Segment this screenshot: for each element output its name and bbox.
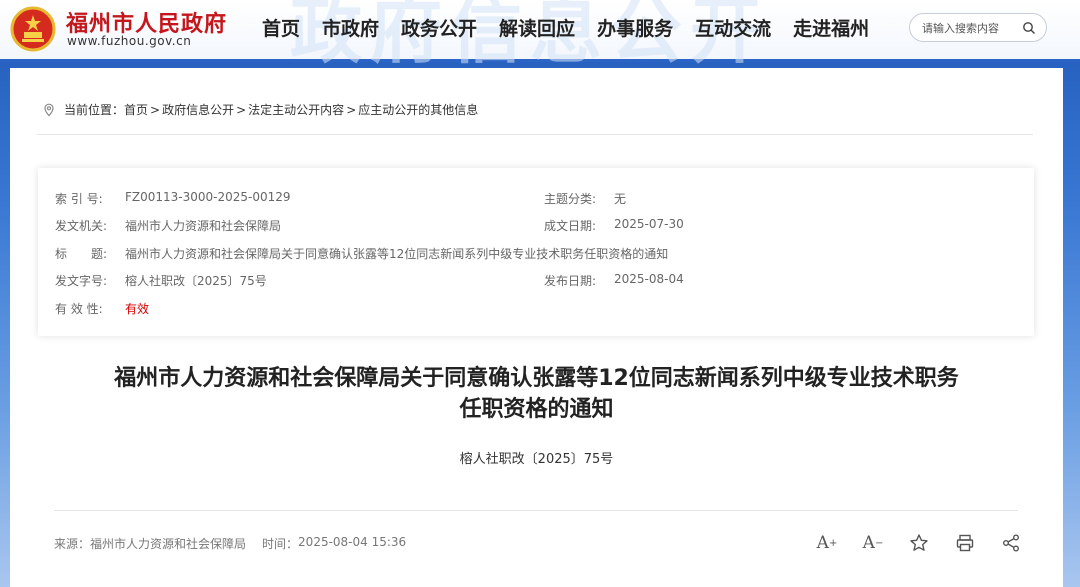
breadcrumb: 当前位置： 首页 > 政府信息公开 > 法定主动公开内容 > 应主动公开的其他信…: [42, 101, 478, 118]
nav-item-interpretation[interactable]: 解读回应: [499, 14, 575, 41]
meta-index: 索 引 号: FZ00113-3000-2025-00129: [55, 190, 291, 207]
meta-label: 发布日期:: [544, 274, 597, 288]
breadcrumb-prefix: 当前位置：: [64, 103, 125, 117]
validity-status: 有效: [125, 302, 150, 316]
source-value: 福州市人力资源和社会保障局: [90, 537, 247, 551]
meta-value: FZ00113-3000-2025-00129: [125, 190, 291, 204]
search-icon[interactable]: [1022, 21, 1036, 35]
breadcrumb-separator: >: [346, 102, 357, 117]
document-number: 榕人社职改〔2025〕75号: [459, 452, 614, 467]
meta-value: 榕人社职改〔2025〕75号: [125, 274, 267, 288]
font-increase-button[interactable]: A +: [816, 532, 838, 554]
document-title-line: 福州市人力资源和社会保障局关于同意确认张露等12位同志新闻系列中级专业技术职务: [114, 366, 959, 391]
article-toolbar: A + A −: [816, 532, 1046, 554]
nav-item-home[interactable]: 首页: [262, 14, 300, 41]
divider: [37, 134, 1033, 135]
site-header: 政府信息公开 福州市人民政府 www.fuzhou.gov.cn 首页 市政府 …: [0, 0, 1080, 73]
font-increase-icon: A: [816, 533, 829, 553]
font-decrease-button[interactable]: A −: [862, 532, 884, 554]
source-info: 来源： 福州市人力资源和社会保障局 时间： 2025-08-04 15:36: [54, 535, 406, 552]
site-url: www.fuzhou.gov.cn: [67, 34, 192, 48]
document-title-line: 任职资格的通知: [459, 397, 614, 422]
search-input[interactable]: [922, 19, 1020, 37]
nav-item-government-affairs[interactable]: 政务公开: [401, 14, 477, 41]
printer-icon: [956, 534, 974, 552]
meta-topic: 主题分类: 无: [544, 190, 626, 207]
document-metadata: 索 引 号: FZ00113-3000-2025-00129 主题分类: 无 发…: [38, 168, 1034, 336]
national-emblem-icon[interactable]: [10, 6, 56, 52]
meta-title: 标 题: 福州市人力资源和社会保障局关于同意确认张露等12位同志新闻系列中级专业…: [55, 245, 668, 262]
location-pin-icon: [44, 103, 54, 117]
meta-value: 福州市人力资源和社会保障局: [125, 219, 282, 233]
meta-label: 发文机关:: [55, 219, 108, 233]
print-button[interactable]: [954, 532, 976, 554]
meta-value: 无: [614, 192, 627, 206]
nav-item-about-fuzhou[interactable]: 走进福州: [793, 14, 869, 41]
time-value: 2025-08-04 15:36: [298, 535, 407, 549]
document-title: 福州市人力资源和社会保障局关于同意确认张露等12位同志新闻系列中级专业技术职务 …: [10, 363, 1063, 425]
breadcrumb-statutory-content[interactable]: 法定主动公开内容: [248, 101, 344, 118]
breadcrumb-gov-info[interactable]: 政府信息公开: [162, 101, 234, 118]
meta-validity: 有 效 性: 有效: [55, 300, 149, 317]
meta-label: 标 题:: [55, 247, 108, 261]
nav-item-interaction[interactable]: 互动交流: [695, 14, 771, 41]
meta-value: 2025-08-04: [614, 272, 684, 286]
content-panel: 当前位置： 首页 > 政府信息公开 > 法定主动公开内容 > 应主动公开的其他信…: [10, 68, 1063, 587]
meta-issuer: 发文机关: 福州市人力资源和社会保障局: [55, 217, 281, 234]
divider: [54, 510, 1018, 511]
font-decrease-icon: A: [862, 533, 875, 553]
nav-item-services[interactable]: 办事服务: [597, 14, 673, 41]
breadcrumb-separator: >: [150, 102, 161, 117]
breadcrumb-home[interactable]: 首页: [124, 101, 148, 118]
meta-value: 福州市人力资源和社会保障局关于同意确认张露等12位同志新闻系列中级专业技术职务任…: [125, 247, 669, 261]
meta-label: 成文日期:: [544, 219, 597, 233]
meta-label: 索 引 号:: [55, 192, 103, 206]
share-icon: [1003, 534, 1019, 552]
star-icon: [910, 534, 928, 551]
meta-label: 发文字号:: [55, 274, 108, 288]
main-nav: 首页 市政府 政务公开 解读回应 办事服务 互动交流 走进福州: [262, 14, 891, 41]
favorite-button[interactable]: [908, 532, 930, 554]
breadcrumb-separator: >: [236, 102, 247, 117]
source-label: 来源：: [54, 537, 91, 551]
meta-label: 有 效 性:: [55, 302, 103, 316]
search-box: [909, 13, 1047, 42]
meta-publish-date: 发布日期: 2025-08-04: [544, 272, 684, 289]
nav-item-city-government[interactable]: 市政府: [322, 14, 379, 41]
breadcrumb-other-info[interactable]: 应主动公开的其他信息: [358, 101, 478, 118]
share-button[interactable]: [1000, 532, 1022, 554]
meta-value: 2025-07-30: [614, 217, 684, 231]
meta-label: 主题分类:: [544, 192, 597, 206]
time-label: 时间：: [262, 537, 299, 551]
meta-doc-number: 发文字号: 榕人社职改〔2025〕75号: [55, 272, 267, 289]
meta-date-written: 成文日期: 2025-07-30: [544, 217, 684, 234]
